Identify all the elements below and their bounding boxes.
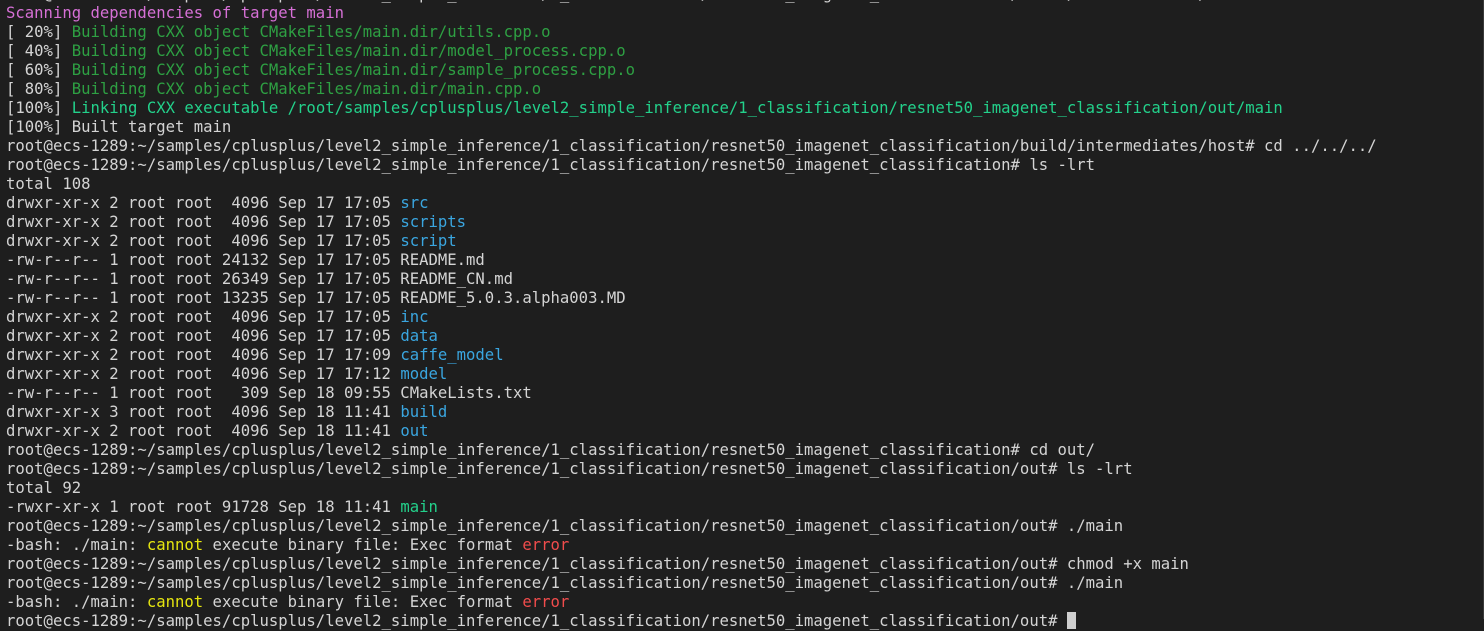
terminal-text: build xyxy=(400,403,448,421)
terminal-line: root@ecs-1289:~/samples/cplusplus/level2… xyxy=(6,441,1484,460)
terminal-text: root@ecs-1289:~/samples/cplusplus/level2… xyxy=(6,612,1067,630)
terminal-line: total 92 xyxy=(6,479,1484,498)
terminal-line: [ 60%] Building CXX object CMakeFiles/ma… xyxy=(6,61,1484,80)
terminal-text: execute binary file: Exec format xyxy=(203,593,523,611)
terminal-line: -rw-r--r-- 1 root root 26349 Sep 17 17:0… xyxy=(6,270,1484,289)
terminal-text: inc xyxy=(400,308,429,326)
terminal-line: -rwxr-xr-x 1 root root 91728 Sep 18 11:4… xyxy=(6,498,1484,517)
terminal-output[interactable]: root@ecs-1289:~/samples/cplusplus/level2… xyxy=(6,0,1484,630)
terminal-line: -rw-r--r-- 1 root root 13235 Sep 17 17:0… xyxy=(6,289,1484,308)
terminal-text: drwxr-xr-x 3 root root 4096 Sep 18 11:41 xyxy=(6,403,401,421)
terminal-text: drwxr-xr-x 2 root root 4096 Sep 17 17:12 xyxy=(6,365,401,383)
terminal-text: -rwxr-xr-x 1 root root 91728 Sep 18 11:4… xyxy=(6,498,401,516)
terminal-text: caffe_model xyxy=(400,346,504,364)
terminal-text: -rw-r--r-- 1 root root 309 Sep 18 09:55 … xyxy=(6,384,532,402)
terminal-text: drwxr-xr-x 2 root root 4096 Sep 17 17:05 xyxy=(6,232,401,250)
terminal-line: -rw-r--r-- 1 root root 24132 Sep 17 17:0… xyxy=(6,251,1484,270)
terminal-line: drwxr-xr-x 2 root root 4096 Sep 17 17:05… xyxy=(6,308,1484,327)
terminal-text: drwxr-xr-x 2 root root 4096 Sep 17 17:05 xyxy=(6,308,401,326)
terminal-text: drwxr-xr-x 2 root root 4096 Sep 17 17:05 xyxy=(6,213,401,231)
terminal-text: root@ecs-1289:~/samples/cplusplus/level2… xyxy=(6,460,1133,478)
terminal-line: Scanning dependencies of target main xyxy=(6,4,1484,23)
terminal-text: [ 40%] xyxy=(6,42,72,60)
terminal-line: [ 40%] Building CXX object CMakeFiles/ma… xyxy=(6,42,1484,61)
terminal-text: script xyxy=(400,232,457,250)
terminal-text: drwxr-xr-x 2 root root 4096 Sep 17 17:05 xyxy=(6,194,401,212)
terminal-text: root@ecs-1289:~/samples/cplusplus/level2… xyxy=(6,0,1302,3)
terminal-text: [ 20%] xyxy=(6,23,72,41)
terminal-text: main xyxy=(400,498,438,516)
terminal-line: root@ecs-1289:~/samples/cplusplus/level2… xyxy=(6,574,1484,593)
terminal-text: Building CXX object CMakeFiles/main.dir/… xyxy=(71,23,551,41)
terminal-text: Linking CXX executable /root/samples/cpl… xyxy=(71,99,1283,117)
terminal-line: [ 80%] Building CXX object CMakeFiles/ma… xyxy=(6,80,1484,99)
terminal-text: -rw-r--r-- 1 root root 13235 Sep 17 17:0… xyxy=(6,289,626,307)
terminal-line: drwxr-xr-x 2 root root 4096 Sep 17 17:09… xyxy=(6,346,1484,365)
terminal-text: root@ecs-1289:~/samples/cplusplus/level2… xyxy=(6,156,1096,174)
terminal-text: -rw-r--r-- 1 root root 26349 Sep 17 17:0… xyxy=(6,270,513,288)
terminal-text: [ 60%] xyxy=(6,61,72,79)
terminal-line: total 108 xyxy=(6,175,1484,194)
terminal-text: Building CXX object CMakeFiles/main.dir/… xyxy=(71,42,626,60)
terminal-text: src xyxy=(400,194,429,212)
terminal-line: drwxr-xr-x 2 root root 4096 Sep 17 17:12… xyxy=(6,365,1484,384)
terminal-text: total 92 xyxy=(6,479,82,497)
terminal-text: drwxr-xr-x 2 root root 4096 Sep 17 17:09 xyxy=(6,346,401,364)
terminal-text: total 108 xyxy=(6,175,91,193)
terminal-text: out xyxy=(400,422,429,440)
terminal-text: error xyxy=(522,536,570,554)
terminal-text: [ 80%] xyxy=(6,80,72,98)
terminal-text: Building CXX object CMakeFiles/main.dir/… xyxy=(71,80,542,98)
terminal-text: execute binary file: Exec format xyxy=(203,536,523,554)
terminal-line: drwxr-xr-x 3 root root 4096 Sep 18 11:41… xyxy=(6,403,1484,422)
terminal-text: cannot xyxy=(146,593,204,611)
terminal-text: model xyxy=(400,365,448,383)
terminal-text: root@ecs-1289:~/samples/cplusplus/level2… xyxy=(6,441,1096,459)
terminal-line: [100%] Built target main xyxy=(6,118,1484,137)
terminal-text: -rw-r--r-- 1 root root 24132 Sep 17 17:0… xyxy=(6,251,485,269)
terminal-text: Scanning dependencies of target main xyxy=(6,4,344,22)
terminal-line: drwxr-xr-x 2 root root 4096 Sep 18 11:41… xyxy=(6,422,1484,441)
terminal-text: scripts xyxy=(400,213,467,231)
terminal-text: error xyxy=(522,593,570,611)
terminal-text: root@ecs-1289:~/samples/cplusplus/level2… xyxy=(6,574,1124,592)
terminal-text: drwxr-xr-x 2 root root 4096 Sep 17 17:05 xyxy=(6,327,401,345)
terminal-line: root@ecs-1289:~/samples/cplusplus/level2… xyxy=(6,555,1484,574)
terminal-cursor xyxy=(1066,612,1076,629)
terminal-text: -bash: ./main: xyxy=(6,536,147,554)
terminal-line: root@ecs-1289:~/samples/cplusplus/level2… xyxy=(6,156,1484,175)
terminal-text: drwxr-xr-x 2 root root 4096 Sep 18 11:41 xyxy=(6,422,401,440)
terminal-text: root@ecs-1289:~/samples/cplusplus/level2… xyxy=(6,555,1189,573)
terminal-text: [100%] Built target main xyxy=(6,118,232,136)
terminal-text: [100%] xyxy=(6,99,72,117)
terminal-text: root@ecs-1289:~/samples/cplusplus/level2… xyxy=(6,517,1124,535)
terminal-line: [ 20%] Building CXX object CMakeFiles/ma… xyxy=(6,23,1484,42)
terminal-line: drwxr-xr-x 2 root root 4096 Sep 17 17:05… xyxy=(6,232,1484,251)
terminal-line: drwxr-xr-x 2 root root 4096 Sep 17 17:05… xyxy=(6,327,1484,346)
terminal-line: -rw-r--r-- 1 root root 309 Sep 18 09:55 … xyxy=(6,384,1484,403)
terminal-text: cannot xyxy=(146,536,204,554)
terminal-text: Building CXX object CMakeFiles/main.dir/… xyxy=(71,61,636,79)
terminal-line: [100%] Linking CXX executable /root/samp… xyxy=(6,99,1484,118)
terminal-line: drwxr-xr-x 2 root root 4096 Sep 17 17:05… xyxy=(6,213,1484,232)
terminal-line: -bash: ./main: cannot execute binary fil… xyxy=(6,593,1484,612)
terminal-line: drwxr-xr-x 2 root root 4096 Sep 17 17:05… xyxy=(6,194,1484,213)
terminal-line: root@ecs-1289:~/samples/cplusplus/level2… xyxy=(6,612,1484,631)
terminal-text: data xyxy=(400,327,438,345)
terminal-text: root@ecs-1289:~/samples/cplusplus/level2… xyxy=(6,137,1377,155)
terminal-line: -bash: ./main: cannot execute binary fil… xyxy=(6,536,1484,555)
terminal-line: root@ecs-1289:~/samples/cplusplus/level2… xyxy=(6,460,1484,479)
terminal-line: root@ecs-1289:~/samples/cplusplus/level2… xyxy=(6,517,1484,536)
terminal-text: -bash: ./main: xyxy=(6,593,147,611)
terminal-line: root@ecs-1289:~/samples/cplusplus/level2… xyxy=(6,137,1484,156)
